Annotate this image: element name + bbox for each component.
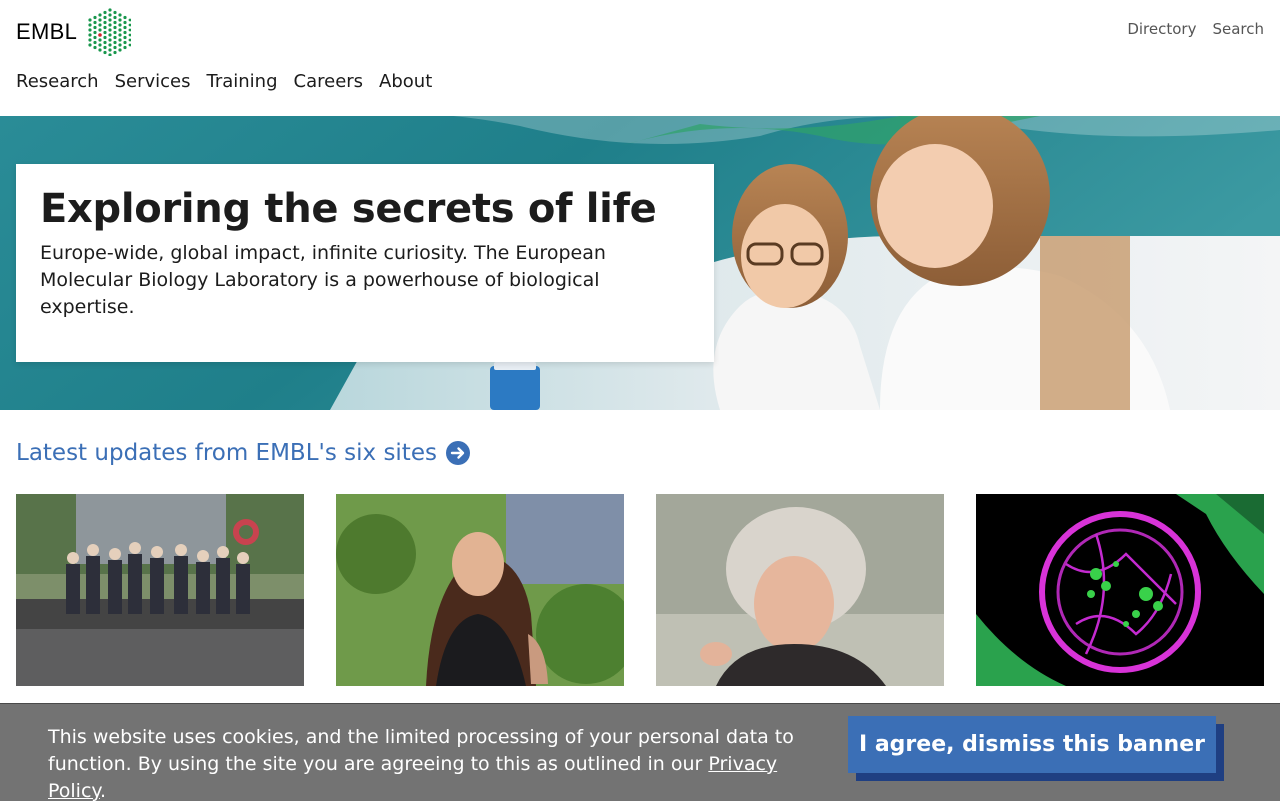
group-photo-image	[16, 494, 304, 686]
hero-title: Exploring the secrets of life	[40, 186, 657, 232]
latest-updates-heading: Latest updates from EMBL's six sites	[16, 440, 437, 466]
cookie-message: This website uses cookies, and the limit…	[48, 726, 794, 775]
hero-card: Exploring the secrets of life Europe-wid…	[16, 164, 714, 362]
nav-services[interactable]: Services	[115, 71, 191, 92]
update-card-portrait[interactable]	[336, 494, 624, 686]
main-nav: Research Services Training Careers About	[16, 71, 432, 92]
arrow-right-circle-icon	[445, 441, 470, 465]
search-link[interactable]: Search	[1212, 20, 1264, 38]
update-card-microscopy[interactable]	[976, 494, 1264, 686]
nav-about[interactable]: About	[379, 71, 432, 92]
hero-subtitle: Europe-wide, global impact, infinite cur…	[40, 242, 606, 318]
cookie-banner: This website uses cookies, and the limit…	[0, 703, 1280, 802]
cookie-text: This website uses cookies, and the limit…	[48, 724, 828, 805]
nav-training[interactable]: Training	[206, 71, 277, 92]
embl-hexagon-logo-icon	[88, 8, 132, 56]
update-card-speaker[interactable]	[656, 494, 944, 686]
nav-research[interactable]: Research	[16, 71, 99, 92]
brand-text: EMBL	[16, 19, 78, 44]
speaker-portrait-image	[656, 494, 944, 686]
cookie-period: .	[99, 780, 106, 802]
directory-link[interactable]: Directory	[1127, 20, 1196, 38]
nav-careers[interactable]: Careers	[294, 71, 364, 92]
portrait-woman-image	[336, 494, 624, 686]
update-card-group-photo[interactable]	[16, 494, 304, 686]
agree-dismiss-button[interactable]: I agree, dismiss this banner	[848, 716, 1216, 773]
utility-nav: Directory Search	[1127, 20, 1264, 38]
hero-banner: Exploring the secrets of life Europe-wid…	[0, 116, 1280, 410]
latest-updates-link[interactable]: Latest updates from EMBL's six sites	[16, 440, 470, 466]
microscopy-cell-image	[976, 494, 1264, 686]
embl-logo-link[interactable]: EMBL	[16, 8, 132, 56]
